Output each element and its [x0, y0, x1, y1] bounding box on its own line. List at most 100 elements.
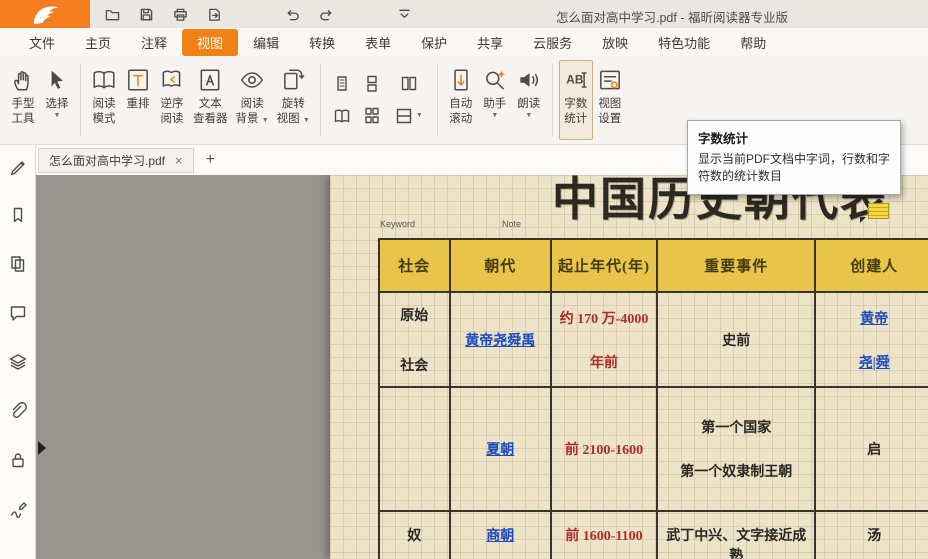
- ribbon-separator: [80, 64, 81, 136]
- label-line: 视图: [598, 98, 621, 110]
- document-tab-label: 怎么面对高中学习.pdf: [49, 152, 165, 169]
- label-line: 背景: [236, 113, 259, 125]
- continuous-pages-icon: [363, 75, 381, 93]
- assistant-button[interactable]: 助手 ▼: [478, 60, 512, 140]
- word-count-tooltip: 字数统计 显示当前PDF文档中字词，行数和字符数的统计数目: [687, 120, 901, 195]
- dynasty-link[interactable]: 商朝: [486, 529, 514, 544]
- menu-view[interactable]: 视图: [182, 29, 238, 56]
- panel-expand-handle[interactable]: [38, 441, 46, 455]
- svg-text:AB: AB: [566, 72, 584, 86]
- pencil-icon: [9, 157, 27, 175]
- print-button[interactable]: [170, 4, 190, 24]
- label-line: 选择: [46, 98, 69, 110]
- magnifier-assistant-icon: [482, 67, 508, 93]
- redo-button[interactable]: [316, 4, 336, 24]
- label-line: 朗读: [517, 98, 540, 110]
- menu-cloud[interactable]: 云服务: [518, 29, 587, 56]
- split-window-icon: [395, 107, 413, 125]
- hand-tool-button[interactable]: 手型工具: [6, 60, 40, 140]
- dropdown-arrow-icon: ▼: [54, 112, 61, 120]
- auto-scroll-button[interactable]: 自动滚动: [444, 60, 478, 140]
- signature-panel-button[interactable]: [9, 500, 27, 523]
- select-tool-button[interactable]: 选择 ▼: [40, 60, 74, 140]
- save-button[interactable]: [136, 4, 156, 24]
- menu-help[interactable]: 帮助: [725, 29, 781, 56]
- read-aloud-button[interactable]: 朗读 ▼: [512, 60, 546, 140]
- menu-features[interactable]: 特色功能: [643, 29, 725, 56]
- eye-icon: [239, 67, 265, 93]
- new-tab-button[interactable]: +: [206, 152, 215, 168]
- continuous-facing-view-button[interactable]: [363, 107, 381, 125]
- menu-comment[interactable]: 注释: [126, 29, 182, 56]
- comments-panel-button[interactable]: [9, 304, 27, 327]
- export-button[interactable]: [204, 4, 224, 24]
- bookmarks-panel-button[interactable]: [9, 206, 27, 229]
- menu-edit[interactable]: 编辑: [238, 29, 294, 56]
- period-text: 约 170 万-4000: [560, 308, 649, 328]
- reading-background-button[interactable]: 阅读背景 ▼: [232, 60, 273, 140]
- reverse-read-button[interactable]: 逆序阅读: [155, 60, 189, 140]
- founder-link[interactable]: 尧|舜: [859, 352, 890, 372]
- label-line: 视图: [277, 113, 300, 125]
- label-line: 滚动: [449, 113, 472, 125]
- quick-access-toolbar: [102, 4, 414, 24]
- header-dynasty: 朝代: [450, 239, 551, 292]
- chevron-down-icon: [397, 7, 412, 22]
- undo-button[interactable]: [282, 4, 302, 24]
- facing-view-button[interactable]: [400, 75, 418, 93]
- menu-protect[interactable]: 保护: [406, 29, 462, 56]
- sticky-note-annotation-icon[interactable]: [868, 203, 889, 219]
- split-view-button[interactable]: ▼: [395, 107, 423, 125]
- view-settings-button[interactable]: 视图设置: [593, 60, 627, 140]
- page-layout-group: ▼: [327, 60, 431, 132]
- titlebar: 怎么面对高中学习.pdf - 福昕阅读器专业版: [0, 0, 928, 28]
- word-count-button[interactable]: AB 字数统计: [559, 60, 593, 140]
- document-view-area[interactable]: 中国历史朝代表 Keyword Note 社会 朝代 起止年代(年) 重要事件 …: [36, 175, 928, 559]
- text-viewer-button[interactable]: 文本查看器: [189, 60, 232, 140]
- label-line: 字数: [564, 98, 587, 110]
- menu-file[interactable]: 文件: [14, 29, 70, 56]
- continuous-view-button[interactable]: [363, 75, 381, 93]
- table-header-row: 社会 朝代 起止年代(年) 重要事件 创建人: [379, 239, 928, 292]
- document-tab[interactable]: 怎么面对高中学习.pdf ×: [38, 148, 194, 173]
- word-count-icon: AB: [563, 67, 589, 93]
- founder-link[interactable]: 黄帝: [860, 308, 888, 328]
- book-view-button[interactable]: [333, 107, 351, 125]
- menu-present[interactable]: 放映: [587, 29, 643, 56]
- annotate-pencil-button[interactable]: [9, 157, 27, 180]
- reverse-book-icon: [159, 67, 185, 93]
- layers-panel-button[interactable]: [9, 353, 27, 376]
- customize-toolbar-button[interactable]: [394, 4, 414, 24]
- folder-icon: [105, 7, 120, 22]
- security-panel-button[interactable]: [9, 451, 27, 474]
- label-line: 设置: [598, 113, 621, 125]
- header-period: 起止年代(年): [551, 239, 657, 292]
- menu-home[interactable]: 主页: [70, 29, 126, 56]
- ribbon-separator: [437, 64, 438, 136]
- attachments-panel-button[interactable]: [9, 402, 27, 425]
- period-text: 前 1600-1100: [565, 529, 642, 544]
- rotate-view-button[interactable]: 旋转视图 ▼: [273, 60, 314, 140]
- header-founder: 创建人: [815, 239, 928, 292]
- reflow-button[interactable]: 重排: [121, 60, 155, 140]
- label-line: 旋转: [282, 98, 305, 110]
- event-text: 第一个奴隶制王朝: [680, 461, 792, 481]
- pages-panel-button[interactable]: [9, 255, 27, 278]
- tab-close-icon[interactable]: ×: [175, 154, 183, 167]
- menu-form[interactable]: 表单: [350, 29, 406, 56]
- comment-bubble-icon: [9, 304, 27, 322]
- menu-share[interactable]: 共享: [462, 29, 518, 56]
- tooltip-title: 字数统计: [698, 128, 890, 147]
- dynasty-link[interactable]: 夏朝: [486, 443, 514, 458]
- reflow-text-icon: [125, 67, 151, 93]
- read-mode-button[interactable]: 阅读模式: [87, 60, 121, 140]
- single-page-view-button[interactable]: [333, 75, 351, 93]
- open-file-button[interactable]: [102, 4, 122, 24]
- menu-convert[interactable]: 转换: [294, 29, 350, 56]
- label-line: 模式: [93, 113, 116, 125]
- dynasty-table: 社会 朝代 起止年代(年) 重要事件 创建人 原始 社会 黄帝尧舜禹 约 170…: [378, 238, 928, 559]
- dynasty-link[interactable]: 黄帝尧舜禹: [465, 334, 535, 349]
- founder-text: 启: [867, 443, 881, 458]
- tooltip-body: 显示当前PDF文档中字词，行数和字符数的统计数目: [698, 151, 890, 186]
- foxit-logo-icon: [27, 3, 63, 25]
